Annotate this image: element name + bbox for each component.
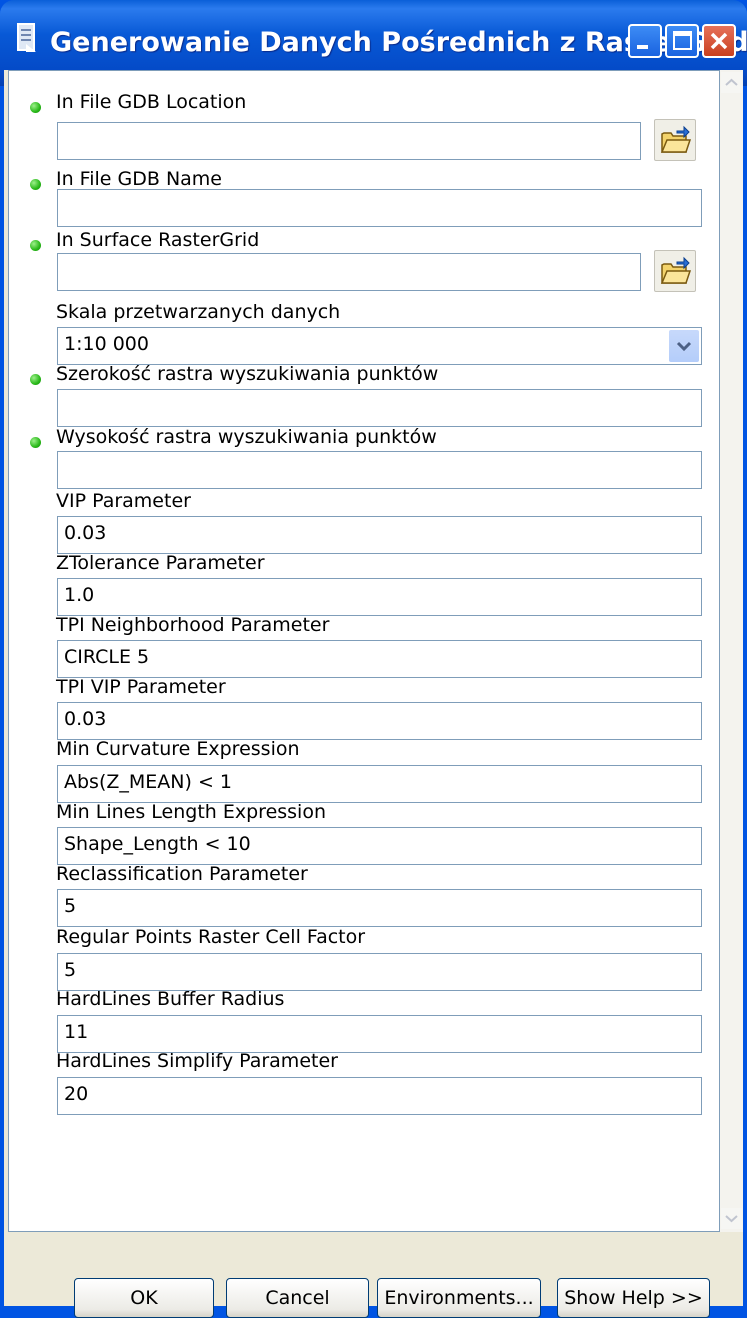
environments-button[interactable]: Environments...: [377, 1278, 541, 1318]
parameter-value: 11: [64, 1021, 89, 1043]
scroll-down-button[interactable]: [721, 1208, 742, 1229]
parameter-input[interactable]: [57, 189, 702, 227]
parameter-label: Reclassification Parameter: [56, 863, 308, 885]
parameter-input[interactable]: CIRCLE 5: [57, 640, 702, 678]
parameter-label: In File GDB Location: [56, 91, 247, 113]
parameter-label: Min Lines Length Expression: [56, 801, 326, 823]
parameter-input[interactable]: [57, 389, 702, 427]
parameter-input[interactable]: 11: [57, 1015, 702, 1053]
close-button[interactable]: [702, 24, 736, 58]
parameter-label: Skala przetwarzanych danych: [56, 301, 341, 323]
parameter-label: Wysokość rastra wyszukiwania punktów: [56, 426, 437, 448]
parameter-value: 1.0: [64, 584, 95, 606]
close-icon: [710, 32, 728, 50]
parameter-input[interactable]: 5: [57, 889, 702, 927]
parameter-value: 20: [64, 1083, 89, 1105]
parameter-label: In Surface RasterGrid: [56, 229, 260, 251]
parameter-value: 5: [64, 895, 77, 917]
parameter-input[interactable]: 5: [57, 953, 702, 991]
parameter-label: HardLines Simplify Parameter: [56, 1050, 338, 1072]
parameter-value: 0.03: [64, 708, 107, 730]
toolbox-icon: [17, 23, 36, 52]
minimize-button[interactable]: [628, 24, 662, 58]
parameter-label: Szerokość rastra wyszukiwania punktów: [56, 363, 439, 385]
tool-dialog-window: Generowanie Danych Pośrednich z RasterGr…: [0, 0, 747, 1318]
parameter-input[interactable]: [57, 253, 641, 291]
parameter-input[interactable]: 1.0: [57, 578, 702, 616]
ok-button[interactable]: OK: [74, 1278, 214, 1318]
vertical-scrollbar[interactable]: [720, 70, 743, 1232]
scroll-up-button[interactable]: [721, 72, 742, 93]
parameter-label: TPI VIP Parameter: [56, 676, 226, 698]
parameter-label: Min Curvature Expression: [56, 738, 300, 760]
required-dot-icon: [30, 437, 41, 448]
parameter-label: Regular Points Raster Cell Factor: [56, 926, 366, 948]
parameter-label: TPI Neighborhood Parameter: [56, 614, 330, 636]
required-dot-icon: [30, 179, 41, 190]
open-folder-icon: [660, 256, 692, 284]
parameter-input[interactable]: Shape_Length < 10: [57, 827, 702, 865]
required-dot-icon: [30, 240, 41, 251]
parameter-input[interactable]: 0.03: [57, 702, 702, 740]
parameter-input[interactable]: 20: [57, 1077, 702, 1115]
browse-button[interactable]: [654, 250, 696, 292]
parameter-label: HardLines Buffer Radius: [56, 988, 285, 1010]
required-dot-icon: [30, 374, 41, 385]
scale-dropdown[interactable]: 1:10 000: [57, 327, 702, 365]
parameter-input[interactable]: [57, 122, 641, 160]
parameter-value: 1:10 000: [64, 333, 149, 355]
open-folder-icon: [660, 125, 692, 153]
parameter-input[interactable]: 0.03: [57, 516, 702, 554]
parameter-label: In File GDB Name: [56, 168, 222, 190]
browse-button[interactable]: [654, 119, 696, 161]
parameters-panel: In File GDB Location In File GDB Name In S…: [8, 70, 720, 1232]
maximize-icon: [673, 31, 692, 50]
minimize-icon: [637, 45, 648, 49]
parameter-value: CIRCLE 5: [64, 646, 150, 668]
parameter-value: 5: [64, 959, 77, 981]
dropdown-toggle-button[interactable]: [669, 330, 699, 362]
parameter-label: VIP Parameter: [56, 490, 191, 512]
required-dot-icon: [30, 102, 41, 113]
parameter-value: 0.03: [64, 522, 107, 544]
parameter-value: Abs(Z_MEAN) < 1: [64, 771, 232, 793]
parameter-input[interactable]: [57, 451, 702, 489]
parameter-value: Shape_Length < 10: [64, 833, 251, 855]
cancel-button[interactable]: Cancel: [226, 1278, 369, 1318]
chevron-down-icon: [725, 1215, 738, 1223]
maximize-button[interactable]: [665, 24, 699, 58]
chevron-up-icon: [725, 78, 738, 86]
dialog-client-area: In File GDB Location In File GDB Name In S…: [4, 70, 743, 1318]
show-help-button[interactable]: Show Help >>: [557, 1278, 710, 1318]
parameter-input[interactable]: Abs(Z_MEAN) < 1: [57, 765, 702, 803]
chevron-down-icon: [676, 341, 692, 352]
parameter-label: ZTolerance Parameter: [56, 552, 265, 574]
